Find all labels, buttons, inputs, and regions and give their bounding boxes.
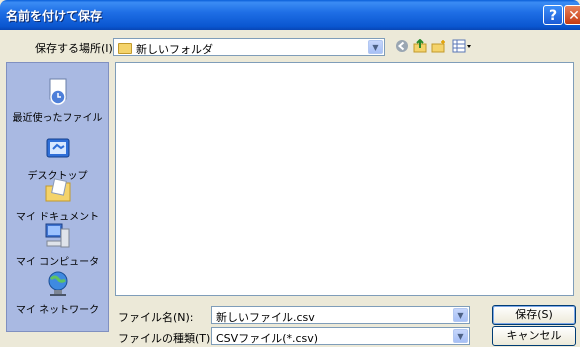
filename-value: 新しいファイル.csv [216,311,315,324]
save-as-dialog: 名前を付けて保存 ? ✕ 保存する場所(I): 新しいフォルダ ▼ 最近使ったフ… [0,0,580,347]
my-documents-icon [43,176,73,206]
filetype-label: ファイルの種類(T): [118,332,215,345]
lookin-value: 新しいフォルダ [136,43,213,56]
new-folder-icon[interactable] [430,39,448,55]
filetype-dropdown[interactable]: CSVファイル(*.csv) ▼ [211,327,470,345]
desktop-icon [43,135,73,165]
lookin-value-wrap: 新しいフォルダ [118,41,213,57]
help-button[interactable]: ? [543,5,563,25]
place-my-network-label: マイ ネットワーク [15,305,100,316]
view-menu-icon[interactable] [451,39,473,55]
chevron-down-icon[interactable]: ▼ [453,308,468,322]
window-title: 名前を付けて保存 [6,9,103,23]
lookin-dropdown[interactable]: 新しいフォルダ ▼ [113,38,385,56]
filename-input[interactable]: 新しいファイル.csv ▼ [211,306,470,324]
title-bar[interactable]: 名前を付けて保存 ? ✕ [0,0,580,30]
chevron-down-icon[interactable]: ▼ [368,40,383,54]
place-my-computer-label: マイ コンピュータ [15,257,100,268]
cancel-button[interactable]: キャンセル [492,326,576,346]
up-folder-icon[interactable] [412,38,428,55]
place-recent-label: 最近使ったファイル [12,113,103,124]
place-my-documents[interactable]: マイ ドキュメント [7,176,108,223]
save-button[interactable]: 保存(S) [492,305,576,325]
my-network-icon [43,269,73,299]
my-computer-icon [43,221,73,251]
filename-label: ファイル名(N): [118,311,194,324]
close-button[interactable]: ✕ [564,5,580,25]
recent-documents-icon [43,77,73,107]
place-my-network[interactable]: マイ ネットワーク [7,269,108,316]
folder-icon [118,43,132,54]
lookin-label: 保存する場所(I): [35,42,117,55]
place-desktop[interactable]: デスクトップ [7,135,108,182]
filetype-value: CSVファイル(*.csv) [216,332,319,345]
place-my-computer[interactable]: マイ コンピュータ [7,221,108,268]
place-recent[interactable]: 最近使ったファイル [7,77,108,124]
back-arrow-icon[interactable] [394,39,410,55]
file-list[interactable] [115,62,574,296]
places-bar: 最近使ったファイル デスクトップ マイ ドキュメント マイ コンピュータ マイ … [6,62,109,332]
chevron-down-icon[interactable]: ▼ [453,329,468,343]
